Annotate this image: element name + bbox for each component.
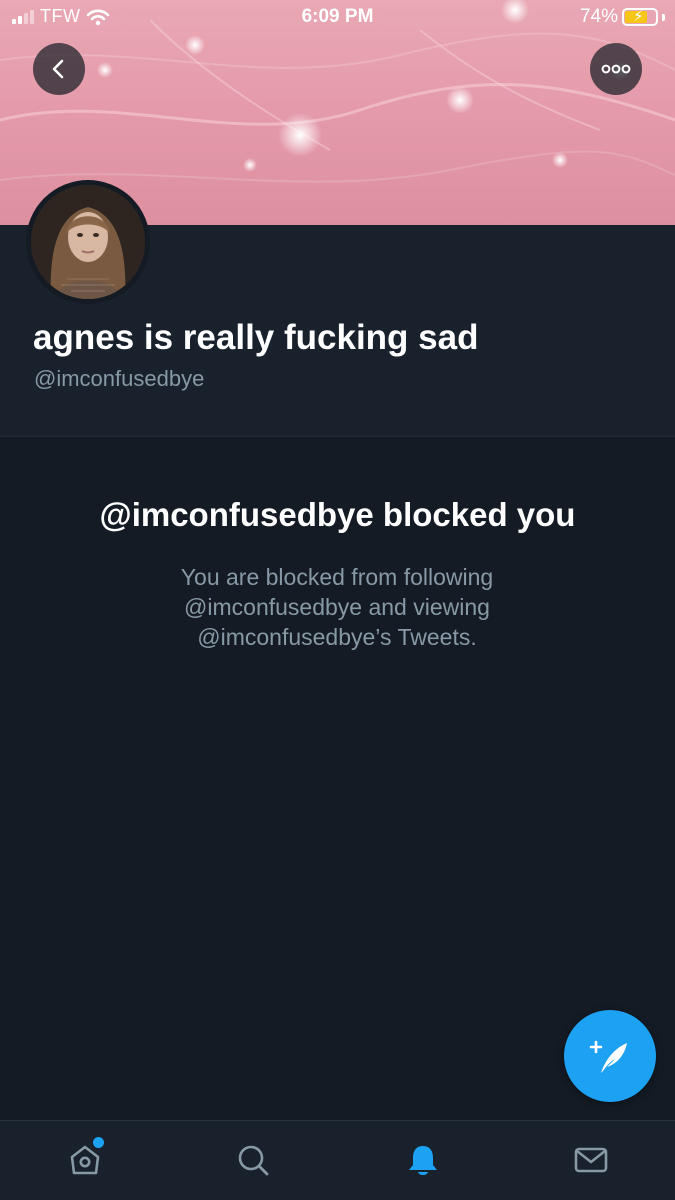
blocked-description: You are blocked from following @imconfus…	[137, 562, 537, 652]
mail-icon	[574, 1147, 608, 1173]
tab-search[interactable]	[223, 1135, 283, 1185]
display-name: agnes is really fucking sad	[33, 318, 479, 357]
blocked-title: @imconfusedbye blocked you	[99, 496, 576, 533]
blocked-description-line: @imconfusedbye and viewing	[184, 594, 490, 620]
battery-percent: 74%	[579, 6, 618, 27]
bell-icon	[409, 1146, 437, 1175]
compose-tweet-button[interactable]	[564, 1010, 656, 1102]
blocked-description-line: @imconfusedbye’s Tweets.	[197, 624, 477, 650]
tab-bar	[0, 1120, 675, 1200]
notification-dot	[93, 1137, 104, 1148]
avatar-image	[31, 185, 145, 299]
tab-messages[interactable]	[561, 1135, 621, 1185]
more-options-button[interactable]	[590, 43, 642, 95]
search-icon	[238, 1145, 269, 1176]
battery-charging-icon: ⚡	[622, 8, 658, 26]
tab-home[interactable]	[55, 1135, 115, 1185]
more-horizontal-icon	[601, 64, 631, 74]
status-bar: TFW 6:09 PM 74% ⚡	[0, 0, 675, 36]
back-button[interactable]	[33, 43, 85, 95]
blocked-description-line: You are blocked from following	[180, 564, 494, 590]
avatar[interactable]	[26, 180, 150, 304]
user-handle: @imconfusedbye	[34, 366, 205, 391]
status-time: 6:09 PM	[301, 6, 374, 27]
header-divider	[0, 436, 675, 437]
tab-notifications[interactable]	[393, 1135, 453, 1185]
chevron-left-icon	[52, 59, 64, 79]
compose-tweet-icon	[589, 1040, 627, 1073]
